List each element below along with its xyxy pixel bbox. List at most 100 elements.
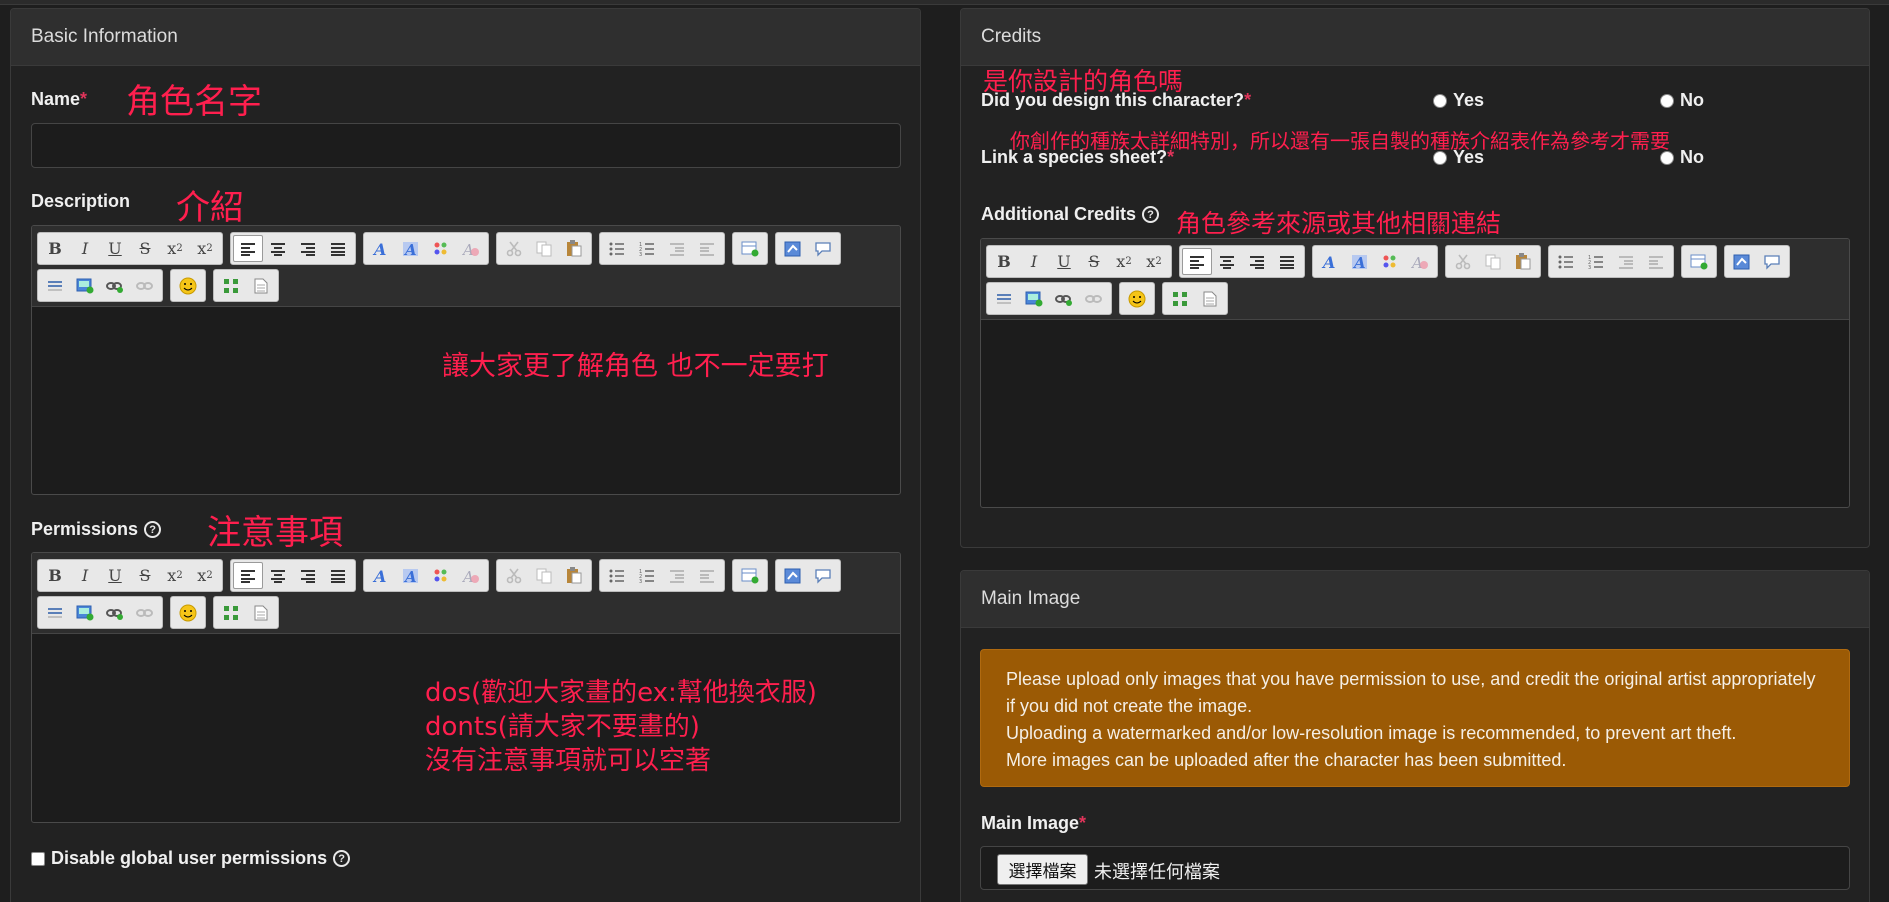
design-yes-radio[interactable] bbox=[1433, 93, 1447, 108]
species-no-radio[interactable] bbox=[1660, 150, 1674, 165]
disable-permissions-checkbox[interactable] bbox=[31, 851, 45, 866]
design-yes-option[interactable]: Yes bbox=[1433, 90, 1484, 111]
table-icon[interactable] bbox=[735, 562, 765, 589]
subscript-button[interactable]: x2 bbox=[1109, 248, 1139, 275]
indent-icon[interactable] bbox=[692, 562, 722, 589]
bullet-list-icon[interactable] bbox=[602, 235, 632, 262]
palette-icon[interactable] bbox=[426, 562, 456, 589]
align-right-icon[interactable] bbox=[293, 235, 323, 262]
source-icon[interactable] bbox=[246, 272, 276, 299]
background-color-icon[interactable]: A bbox=[396, 235, 426, 262]
superscript-button[interactable]: x2 bbox=[1139, 248, 1169, 275]
italic-button[interactable]: I bbox=[70, 562, 100, 589]
help-icon[interactable]: ? bbox=[1142, 206, 1160, 223]
unlink-icon[interactable] bbox=[130, 272, 160, 299]
horizontal-rule-icon[interactable] bbox=[40, 272, 70, 299]
source-icon[interactable] bbox=[246, 599, 276, 626]
numbered-list-icon[interactable]: 123 bbox=[1581, 248, 1611, 275]
copy-icon[interactable] bbox=[529, 562, 559, 589]
design-no-radio[interactable] bbox=[1660, 93, 1674, 108]
cut-icon[interactable] bbox=[499, 235, 529, 262]
outdent-icon[interactable] bbox=[662, 562, 692, 589]
image-icon[interactable] bbox=[70, 272, 100, 299]
align-justify-icon[interactable] bbox=[323, 235, 353, 262]
copy-icon[interactable] bbox=[1478, 248, 1508, 275]
species-yes-option[interactable]: Yes bbox=[1433, 147, 1484, 168]
bold-button[interactable]: B bbox=[989, 248, 1019, 275]
remove-format-icon[interactable]: A bbox=[456, 562, 486, 589]
subscript-button[interactable]: x2 bbox=[160, 562, 190, 589]
remove-format-icon[interactable]: A bbox=[456, 235, 486, 262]
unlink-icon[interactable] bbox=[130, 599, 160, 626]
cut-icon[interactable] bbox=[1448, 248, 1478, 275]
code-icon[interactable] bbox=[1727, 248, 1757, 275]
fullscreen-icon[interactable] bbox=[216, 599, 246, 626]
fullscreen-icon[interactable] bbox=[216, 272, 246, 299]
comment-icon[interactable] bbox=[1757, 248, 1787, 275]
copy-icon[interactable] bbox=[529, 235, 559, 262]
palette-icon[interactable] bbox=[426, 235, 456, 262]
paste-icon[interactable] bbox=[1508, 248, 1538, 275]
numbered-list-icon[interactable]: 123 bbox=[632, 235, 662, 262]
code-icon[interactable] bbox=[778, 235, 808, 262]
bullet-list-icon[interactable] bbox=[602, 562, 632, 589]
comment-icon[interactable] bbox=[808, 235, 838, 262]
align-justify-icon[interactable] bbox=[323, 562, 353, 589]
choose-file-button[interactable]: 選擇檔案 bbox=[997, 854, 1088, 885]
code-icon[interactable] bbox=[778, 562, 808, 589]
text-color-icon[interactable]: A bbox=[366, 562, 396, 589]
horizontal-rule-icon[interactable] bbox=[40, 599, 70, 626]
align-center-icon[interactable] bbox=[1212, 248, 1242, 275]
text-color-icon[interactable]: A bbox=[366, 235, 396, 262]
indent-icon[interactable] bbox=[692, 235, 722, 262]
superscript-button[interactable]: x2 bbox=[190, 562, 220, 589]
underline-button[interactable]: U bbox=[100, 562, 130, 589]
link-icon[interactable] bbox=[100, 272, 130, 299]
bullet-list-icon[interactable] bbox=[1551, 248, 1581, 275]
smiley-icon[interactable] bbox=[173, 599, 203, 626]
remove-format-icon[interactable]: A bbox=[1405, 248, 1435, 275]
bold-button[interactable]: B bbox=[40, 235, 70, 262]
outdent-icon[interactable] bbox=[662, 235, 692, 262]
align-left-icon[interactable] bbox=[1182, 248, 1212, 275]
superscript-button[interactable]: x2 bbox=[190, 235, 220, 262]
outdent-icon[interactable] bbox=[1611, 248, 1641, 275]
align-center-icon[interactable] bbox=[263, 235, 293, 262]
design-no-option[interactable]: No bbox=[1660, 90, 1704, 111]
source-icon[interactable] bbox=[1195, 285, 1225, 312]
cut-icon[interactable] bbox=[499, 562, 529, 589]
strike-button[interactable]: S bbox=[130, 562, 160, 589]
underline-button[interactable]: U bbox=[1049, 248, 1079, 275]
italic-button[interactable]: I bbox=[70, 235, 100, 262]
help-icon[interactable]: ? bbox=[333, 850, 351, 867]
align-left-icon[interactable] bbox=[233, 562, 263, 589]
unlink-icon[interactable] bbox=[1079, 285, 1109, 312]
align-right-icon[interactable] bbox=[1242, 248, 1272, 275]
image-icon[interactable] bbox=[1019, 285, 1049, 312]
align-center-icon[interactable] bbox=[263, 562, 293, 589]
background-color-icon[interactable]: A bbox=[396, 562, 426, 589]
indent-icon[interactable] bbox=[1641, 248, 1671, 275]
table-icon[interactable] bbox=[735, 235, 765, 262]
smiley-icon[interactable] bbox=[1122, 285, 1152, 312]
align-justify-icon[interactable] bbox=[1272, 248, 1302, 275]
smiley-icon[interactable] bbox=[173, 272, 203, 299]
underline-button[interactable]: U bbox=[100, 235, 130, 262]
help-icon[interactable]: ? bbox=[144, 521, 162, 538]
comment-icon[interactable] bbox=[808, 562, 838, 589]
italic-button[interactable]: I bbox=[1019, 248, 1049, 275]
fullscreen-icon[interactable] bbox=[1165, 285, 1195, 312]
strike-button[interactable]: S bbox=[1079, 248, 1109, 275]
link-icon[interactable] bbox=[100, 599, 130, 626]
paste-icon[interactable] bbox=[559, 562, 589, 589]
table-icon[interactable] bbox=[1684, 248, 1714, 275]
additional-credits-content[interactable] bbox=[981, 320, 1849, 502]
text-color-icon[interactable]: A bbox=[1315, 248, 1345, 275]
align-left-icon[interactable] bbox=[233, 235, 263, 262]
align-right-icon[interactable] bbox=[293, 562, 323, 589]
name-input[interactable] bbox=[31, 123, 901, 168]
permissions-content[interactable]: dos(歡迎大家畫的ex:幫他換衣服) donts(請大家不要畫的) 沒有注意事… bbox=[32, 634, 900, 817]
species-no-option[interactable]: No bbox=[1660, 147, 1704, 168]
link-icon[interactable] bbox=[1049, 285, 1079, 312]
strike-button[interactable]: S bbox=[130, 235, 160, 262]
